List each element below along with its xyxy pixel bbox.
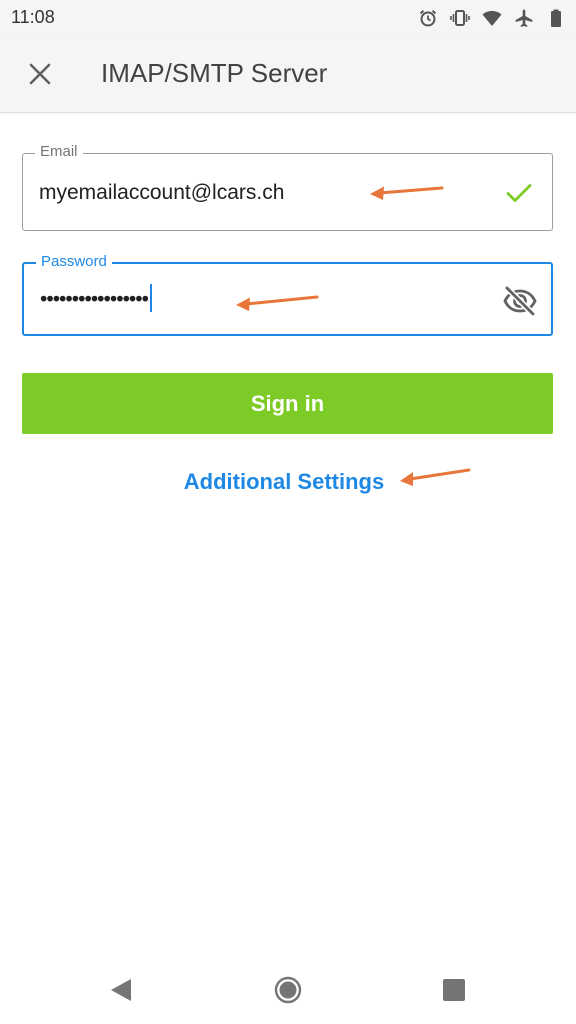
annotation-arrow-email	[370, 186, 444, 200]
email-label: Email	[35, 143, 83, 161]
email-field[interactable]: Email myemailaccount@lcars.ch	[22, 143, 553, 231]
status-bar: 11:08	[0, 0, 576, 36]
additional-settings-link[interactable]: Additional Settings	[0, 469, 576, 495]
home-icon[interactable]	[273, 975, 303, 1005]
password-label: Password	[36, 253, 112, 271]
alarm-icon	[418, 8, 438, 28]
eye-off-icon[interactable]	[503, 284, 537, 318]
text-cursor	[150, 284, 152, 312]
app-bar: IMAP/SMTP Server	[0, 36, 576, 113]
battery-icon	[546, 8, 566, 28]
vibrate-icon	[450, 8, 470, 28]
wifi-icon	[482, 8, 502, 28]
back-icon[interactable]	[107, 976, 135, 1004]
check-icon	[506, 184, 532, 202]
airplane-icon	[514, 8, 534, 28]
annotation-arrow-password	[236, 295, 319, 311]
email-value[interactable]: myemailaccount@lcars.ch	[39, 181, 284, 205]
password-value: •••••••••••••••••	[40, 287, 149, 311]
recents-icon[interactable]	[442, 978, 466, 1002]
additional-settings-label: Additional Settings	[183, 469, 385, 494]
password-value-wrap[interactable]: •••••••••••••••••	[40, 284, 152, 314]
status-time: 11:08	[11, 7, 55, 27]
close-button[interactable]	[18, 52, 62, 96]
close-icon	[29, 63, 51, 85]
sign-in-button[interactable]: Sign in	[22, 373, 553, 434]
status-icons	[418, 6, 566, 30]
page-title: IMAP/SMTP Server	[101, 58, 328, 88]
screen: 11:08 IMAP/SMTP Server Email myemailacco…	[0, 0, 576, 1024]
